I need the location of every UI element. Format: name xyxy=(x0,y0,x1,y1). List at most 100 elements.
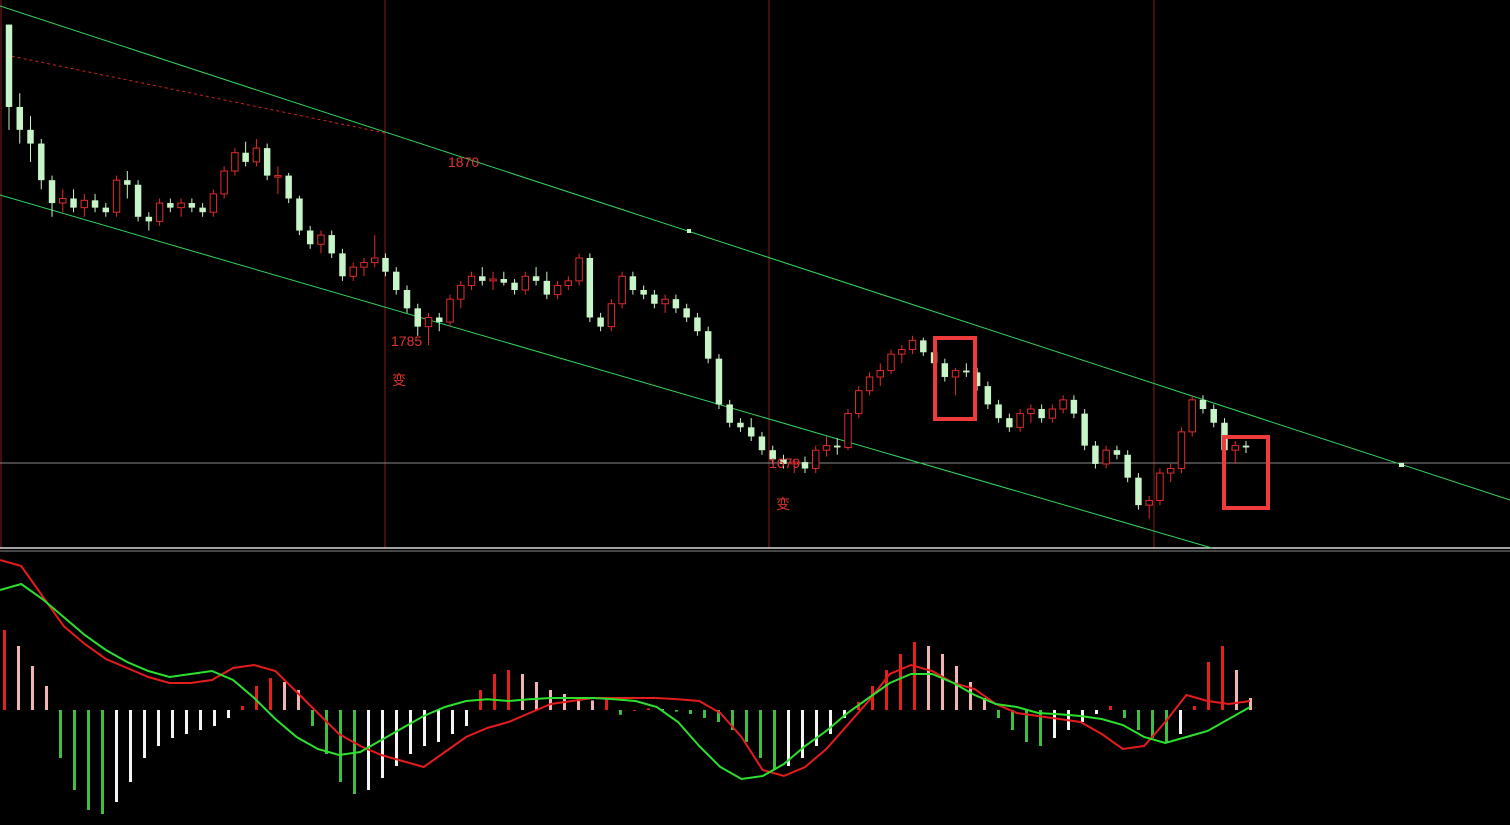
candle-down xyxy=(1135,477,1142,506)
candle-down xyxy=(1199,399,1207,410)
candle-up xyxy=(1188,399,1196,433)
macd-bar xyxy=(17,646,20,710)
macd-bar xyxy=(507,670,510,710)
candle-up xyxy=(220,170,228,195)
macd-bar xyxy=(815,710,818,746)
candle-up xyxy=(575,257,583,282)
candle-up xyxy=(370,257,379,264)
candle-down xyxy=(414,308,421,327)
candle-up xyxy=(349,266,357,277)
macd-bar xyxy=(955,666,958,710)
candle-up xyxy=(467,275,476,286)
candle-up xyxy=(155,202,164,222)
candle-up xyxy=(887,353,895,372)
annotation-change-1: 变 xyxy=(392,373,406,389)
annotation-change-2: 变 xyxy=(776,497,790,513)
candle-down xyxy=(91,200,99,208)
candle-down xyxy=(167,203,174,208)
macd-bar xyxy=(409,710,412,754)
candle-down xyxy=(758,436,766,451)
candle-up xyxy=(898,349,906,355)
candle-up xyxy=(274,175,282,178)
macd-bar xyxy=(59,710,62,758)
candle-down xyxy=(543,280,551,295)
candle-down xyxy=(5,24,13,107)
candle-down xyxy=(726,404,733,423)
candle-up xyxy=(112,179,121,213)
candle-down xyxy=(995,404,1002,419)
candle-down xyxy=(339,253,346,277)
candle-up xyxy=(252,147,261,163)
candle-up xyxy=(1145,500,1153,506)
candle-down xyxy=(27,129,34,144)
macd-bar xyxy=(1095,710,1098,714)
candle-down xyxy=(683,308,690,318)
candle-down xyxy=(586,257,594,318)
candle-down xyxy=(941,363,949,377)
candle-up xyxy=(231,152,239,172)
candle-down xyxy=(963,370,970,373)
macd-bar xyxy=(325,710,328,754)
candle-down xyxy=(1038,409,1045,419)
macd-bar xyxy=(703,710,706,718)
candle-up xyxy=(607,303,616,328)
macd-bar xyxy=(1123,710,1126,718)
macd-bar xyxy=(619,710,622,715)
macd-bar xyxy=(465,710,468,726)
candle-up xyxy=(1177,431,1186,470)
candle-down xyxy=(16,106,23,130)
macd-bar xyxy=(997,710,1000,718)
macd-bar xyxy=(941,654,944,710)
macd-bar xyxy=(143,710,146,758)
candle-down xyxy=(48,180,56,204)
macd-bar xyxy=(1179,710,1182,734)
macd-bar xyxy=(311,710,314,726)
candle-up xyxy=(908,339,917,351)
macd-bar xyxy=(1137,710,1140,730)
macd-bar xyxy=(87,710,90,810)
macd-bar xyxy=(1207,662,1210,710)
candle-down xyxy=(801,462,809,469)
candle-up xyxy=(812,449,820,470)
macd-bar xyxy=(521,674,524,710)
candle-up xyxy=(1048,408,1057,419)
macd-bar xyxy=(1221,646,1224,710)
candle-up xyxy=(424,316,433,328)
macd-bar xyxy=(339,710,342,782)
macd-bar xyxy=(801,710,804,758)
macd-bar xyxy=(129,710,132,782)
macd-bar xyxy=(745,710,748,742)
candle-down xyxy=(70,198,77,208)
candle-down xyxy=(597,317,604,327)
candle-down xyxy=(704,331,712,359)
candle-up xyxy=(855,390,863,415)
macd-bar xyxy=(1109,706,1112,710)
macd-bar xyxy=(395,710,398,766)
macd-bar xyxy=(437,710,440,742)
macd-bar xyxy=(969,682,972,710)
candle-down xyxy=(1006,418,1013,428)
candle-up xyxy=(457,284,465,300)
candle-up xyxy=(661,298,669,305)
macd-bar xyxy=(899,654,902,710)
candle-down xyxy=(242,152,249,162)
candle-down xyxy=(1242,445,1250,448)
candle-down xyxy=(715,358,723,405)
macd-bar xyxy=(1165,710,1168,742)
macd-bar xyxy=(829,710,832,734)
macd-bar xyxy=(535,682,538,710)
macd-bar xyxy=(269,678,272,710)
macd-bar xyxy=(45,686,48,710)
annotation-1785: 1785 xyxy=(391,333,422,349)
chart-canvas: 1870 1785 变 1679 变 xyxy=(0,0,1510,825)
candle-down xyxy=(199,207,206,213)
candle-down xyxy=(500,279,508,283)
candle-down xyxy=(920,340,927,353)
candle-down xyxy=(747,427,755,437)
macd-bar xyxy=(227,710,230,718)
macd-bar xyxy=(171,710,174,738)
candle-up xyxy=(1059,399,1067,410)
candle-up xyxy=(1102,449,1110,465)
macd-bar xyxy=(157,710,160,746)
candle-up xyxy=(1166,468,1175,474)
